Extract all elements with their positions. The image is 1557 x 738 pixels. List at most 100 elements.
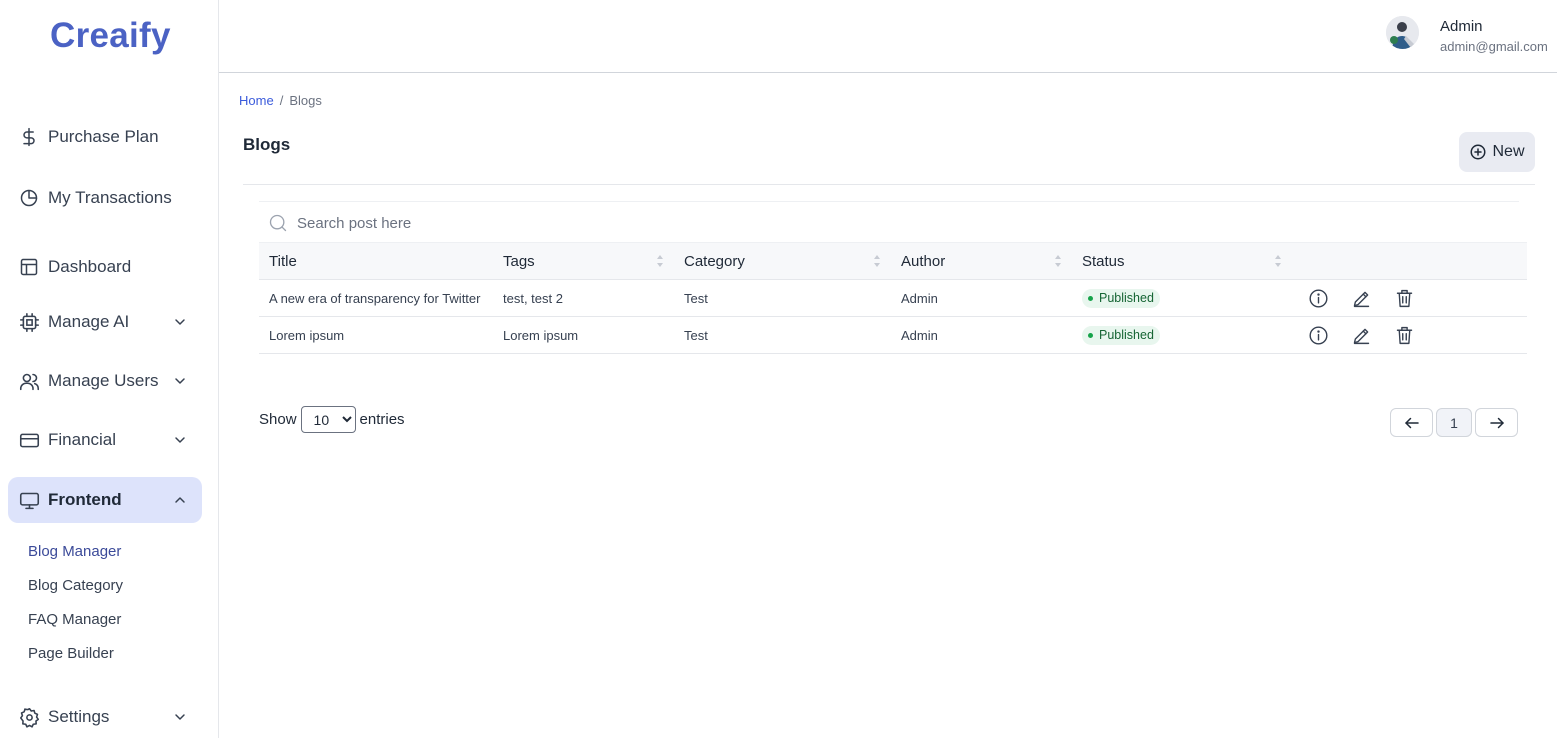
- search-icon: [268, 213, 288, 233]
- sidebar-item-label: Manage AI: [48, 312, 130, 331]
- trash-icon[interactable]: [1394, 325, 1415, 346]
- pagination: 1: [1390, 408, 1518, 437]
- monitor-icon: [18, 489, 40, 511]
- column-header-actions: [1292, 242, 1527, 280]
- status-dot: [1088, 332, 1093, 338]
- page-title: Blogs: [243, 135, 291, 154]
- sidebar-item-purchase-plan[interactable]: Purchase Plan: [8, 114, 202, 160]
- status-dot: [1088, 295, 1093, 301]
- breadcrumb-home-link[interactable]: Home: [239, 93, 274, 108]
- search-bar: [259, 201, 1519, 242]
- column-header-tags[interactable]: Tags: [493, 242, 674, 280]
- cell-author: Admin: [891, 316, 1072, 354]
- column-header-status[interactable]: Status: [1072, 242, 1292, 280]
- prev-page-button[interactable]: [1390, 408, 1433, 437]
- edit-pencil-icon[interactable]: [1351, 325, 1372, 346]
- sidebar-item-settings[interactable]: Settings: [8, 694, 202, 738]
- status-label: Published: [1099, 328, 1154, 342]
- sidebar-item-financial[interactable]: Financial: [8, 417, 202, 463]
- sidebar-item-label: Settings: [48, 707, 110, 726]
- table-row: Lorem ipsum Lorem ipsum Test Admin Publi…: [259, 316, 1527, 354]
- sidebar-item-manage-ai[interactable]: Manage AI: [8, 299, 202, 345]
- chevron-up-icon[interactable]: [172, 492, 188, 508]
- sort-icon[interactable]: [656, 254, 664, 268]
- column-header-label: Author: [901, 252, 946, 270]
- header-divider: [243, 184, 1535, 185]
- column-header-label: Status: [1082, 252, 1125, 270]
- column-header-author[interactable]: Author: [891, 242, 1072, 280]
- status-badge: Published: [1082, 325, 1160, 345]
- cell-author: Admin: [891, 279, 1072, 317]
- cell-status: Published: [1072, 316, 1292, 354]
- info-icon[interactable]: [1308, 325, 1329, 346]
- cell-title: A new era of transparency for Twitter: [259, 279, 493, 317]
- cell-actions: [1292, 279, 1527, 317]
- chevron-down-icon[interactable]: [172, 314, 188, 330]
- show-label: Show: [259, 411, 297, 428]
- sidebar-subitem-blog-category[interactable]: Blog Category: [28, 577, 123, 594]
- column-header-label: Tags: [503, 252, 535, 270]
- chevron-down-icon[interactable]: [172, 373, 188, 389]
- sidebar-subitem-page-builder[interactable]: Page Builder: [28, 645, 114, 662]
- layout-icon: [18, 256, 40, 278]
- page-size-select[interactable]: 10 25 50 100: [300, 406, 356, 433]
- sidebar-item-manage-users[interactable]: Manage Users: [8, 358, 202, 404]
- cell-category: Test: [674, 279, 891, 317]
- chevron-down-icon[interactable]: [172, 432, 188, 448]
- sort-icon[interactable]: [1274, 254, 1282, 268]
- sidebar-item-dashboard[interactable]: Dashboard: [8, 244, 202, 290]
- sidebar-item-label: Financial: [48, 430, 117, 449]
- dollar-icon: [18, 126, 40, 148]
- column-header-label: Category: [684, 252, 745, 270]
- sidebar-item-label: My Transactions: [48, 188, 172, 207]
- blogs-table: Title Tags Category Author Status A new …: [259, 242, 1527, 354]
- sidebar-item-frontend[interactable]: Frontend: [8, 477, 202, 523]
- avatar[interactable]: [1386, 16, 1419, 49]
- cell-actions: [1292, 316, 1527, 354]
- cell-title: Lorem ipsum: [259, 316, 493, 354]
- arrow-left-icon: [1403, 414, 1421, 432]
- plus-circle-icon: [1469, 143, 1487, 161]
- table-row: A new era of transparency for Twitter te…: [259, 279, 1527, 317]
- cell-tags: Lorem ipsum: [493, 316, 674, 354]
- trash-icon[interactable]: [1394, 288, 1415, 309]
- sidebar-subitem-blog-manager[interactable]: Blog Manager: [28, 543, 121, 560]
- sidebar-item-label: Manage Users: [48, 371, 159, 390]
- page-size-control: Show 10 25 50 100 entries: [259, 406, 405, 433]
- next-page-button[interactable]: [1475, 408, 1518, 437]
- pie-chart-icon: [18, 187, 40, 209]
- credit-card-icon: [18, 429, 40, 451]
- info-icon[interactable]: [1308, 288, 1329, 309]
- top-header: [219, 0, 1557, 73]
- cpu-chip-icon: [18, 311, 40, 333]
- sidebar-item-label: Dashboard: [48, 257, 132, 276]
- cell-tags: test, test 2: [493, 279, 674, 317]
- user-name: Admin: [1440, 18, 1483, 35]
- new-blog-button[interactable]: New: [1459, 132, 1535, 172]
- column-header-label: Title: [269, 252, 297, 270]
- cell-category: Test: [674, 316, 891, 354]
- users-icon: [18, 370, 40, 392]
- sidebar-item-my-transactions[interactable]: My Transactions: [8, 175, 202, 221]
- user-email: admin@gmail.com: [1440, 39, 1548, 54]
- new-button-label: New: [1492, 143, 1525, 160]
- sort-icon[interactable]: [873, 254, 881, 268]
- search-input[interactable]: [297, 212, 697, 234]
- sidebar-item-label: Purchase Plan: [48, 127, 159, 146]
- breadcrumb-separator: /: [279, 93, 284, 108]
- sort-icon[interactable]: [1054, 254, 1062, 268]
- sidebar: Creaify Purchase Plan My Transactions Da…: [0, 0, 219, 738]
- column-header-title[interactable]: Title: [259, 242, 493, 280]
- sidebar-subitem-faq-manager[interactable]: FAQ Manager: [28, 611, 121, 628]
- table-header-row: Title Tags Category Author Status: [259, 242, 1527, 280]
- edit-pencil-icon[interactable]: [1351, 288, 1372, 309]
- sidebar-item-label: Frontend: [48, 490, 122, 509]
- brand-logo[interactable]: Creaify: [50, 16, 171, 56]
- arrow-right-icon: [1488, 414, 1506, 432]
- entries-label: entries: [359, 411, 405, 428]
- page-number-button[interactable]: 1: [1436, 408, 1472, 437]
- chevron-down-icon[interactable]: [172, 709, 188, 725]
- breadcrumb: Home / Blogs: [239, 93, 322, 108]
- breadcrumb-current: Blogs: [289, 93, 322, 108]
- column-header-category[interactable]: Category: [674, 242, 891, 280]
